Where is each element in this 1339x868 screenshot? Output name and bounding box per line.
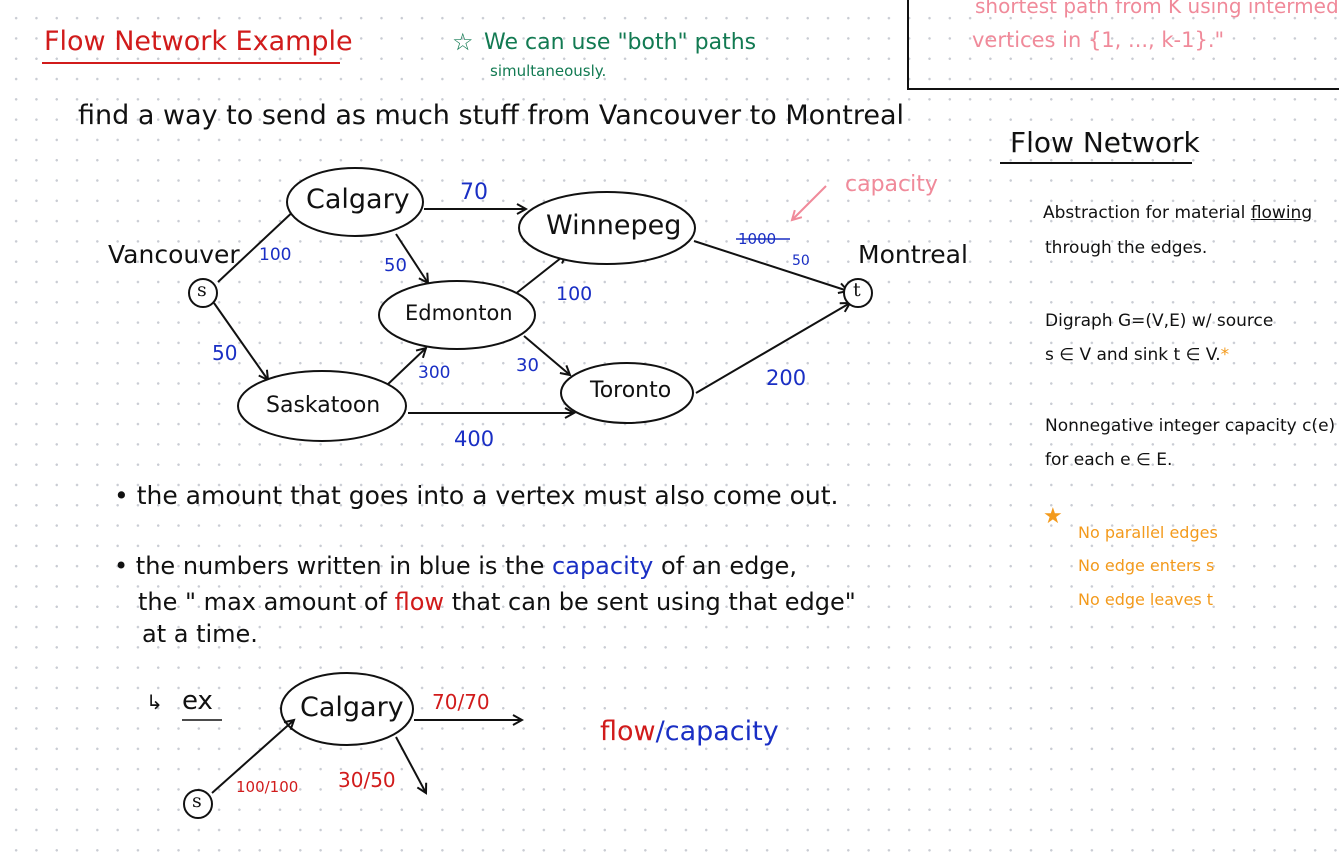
sidebar-p1-line1: Abstraction for material flowing xyxy=(1043,203,1312,223)
node-calgary-label: Calgary xyxy=(306,184,410,215)
sidebar-p2-line1: Digraph G=(V,E) w/ source xyxy=(1045,311,1274,331)
sidebar-p1-flowing: flowing xyxy=(1250,203,1313,223)
capacity-s-saskatoon: 50 xyxy=(212,341,238,365)
capacity-saskatoon-edmonton: 300 xyxy=(418,363,451,383)
sidebar-p2-line2: s ∈ V and sink t ∈ V.* xyxy=(1045,345,1229,365)
bullet-2-line-2-start: the " max amount of xyxy=(138,588,387,616)
node-edmonton-label: Edmonton xyxy=(405,301,513,325)
example-edge-calgary-down xyxy=(395,736,426,793)
legend-flow: flow xyxy=(600,716,656,747)
example-flow-s-calgary: 100/100 xyxy=(236,778,299,796)
node-winnepeg-label: Winnepeg xyxy=(546,210,682,241)
arrow-icon: ↳ xyxy=(146,690,163,714)
capacity-edmonton-winnepeg: 100 xyxy=(556,283,593,305)
sidebar-note-1: No parallel edges xyxy=(1078,523,1218,542)
example-flow-calgary-down: 30/50 xyxy=(338,768,396,792)
example-node-s-label: s xyxy=(192,790,202,812)
node-saskatoon-label: Saskatoon xyxy=(266,393,381,418)
bullet-1: • the amount that goes into a vertex mus… xyxy=(114,481,839,510)
label-montreal: Montreal xyxy=(858,240,968,269)
bullet-2-line-3: at a time. xyxy=(142,620,258,648)
capacity-callout-arrow xyxy=(792,185,827,220)
example-flow-calgary-right: 70/70 xyxy=(432,690,490,714)
sidebar-p2-star: * xyxy=(1220,345,1230,365)
bullet-1-text: the amount that goes into a vertex must … xyxy=(136,481,839,510)
bullet-2-line-2: the " max amount of flow that can be sen… xyxy=(138,588,856,616)
example-label: ex xyxy=(182,686,213,716)
capacity-calgary-edmonton: 50 xyxy=(384,255,407,276)
sidebar-p1-line2: through the edges. xyxy=(1045,238,1208,258)
capacity-edmonton-toronto: 30 xyxy=(516,355,539,376)
node-t-label: t xyxy=(853,279,861,301)
edge-winnepeg-montreal xyxy=(693,240,848,291)
bullet-2-capacity: capacity xyxy=(552,552,654,580)
example-node-calgary-label: Calgary xyxy=(300,692,404,723)
capacity-s-calgary: 100 xyxy=(259,245,292,265)
orange-star-icon: ★ xyxy=(1043,504,1063,529)
capacity-winnepeg-montreal: 50 xyxy=(792,253,810,269)
sidebar-p2-text: s ∈ V and sink t ∈ V. xyxy=(1045,345,1221,365)
bullet-2-line-2-end: that can be sent using that edge" xyxy=(451,588,856,616)
flow-capacity-legend: flow/capacity xyxy=(600,716,779,747)
sidebar-note-2: No edge enters s xyxy=(1078,556,1215,575)
capacity-winnepeg-montreal-old: 1000 xyxy=(738,230,777,248)
bullet-2: • the numbers written in blue is the cap… xyxy=(114,552,797,580)
legend-slash: / xyxy=(655,716,665,747)
bullet-2-text-end: of an edge, xyxy=(661,552,797,580)
sidebar-p3-line1: Nonnegative integer capacity c(e) xyxy=(1045,416,1336,436)
capacity-saskatoon-toronto: 400 xyxy=(454,427,495,451)
sidebar-note-3: No edge leaves t xyxy=(1078,590,1214,609)
capacity-callout-label: capacity xyxy=(845,172,938,197)
node-s-label: s xyxy=(197,279,207,301)
capacity-calgary-winnepeg: 70 xyxy=(460,180,488,205)
sidebar-heading: Flow Network xyxy=(1010,126,1200,159)
sidebar-heading-underline xyxy=(1000,162,1192,164)
node-toronto-label: Toronto xyxy=(590,378,672,403)
bullet-2-flow: flow xyxy=(394,588,445,616)
sidebar-p3-line2: for each e ∈ E. xyxy=(1045,450,1173,470)
legend-capacity: capacity xyxy=(664,716,779,747)
bullet-2-text: the numbers written in blue is the xyxy=(135,552,545,580)
label-vancouver: Vancouver xyxy=(108,240,240,269)
capacity-toronto-montreal: 200 xyxy=(766,366,807,390)
sidebar-p1-text: Abstraction for material xyxy=(1043,203,1246,223)
